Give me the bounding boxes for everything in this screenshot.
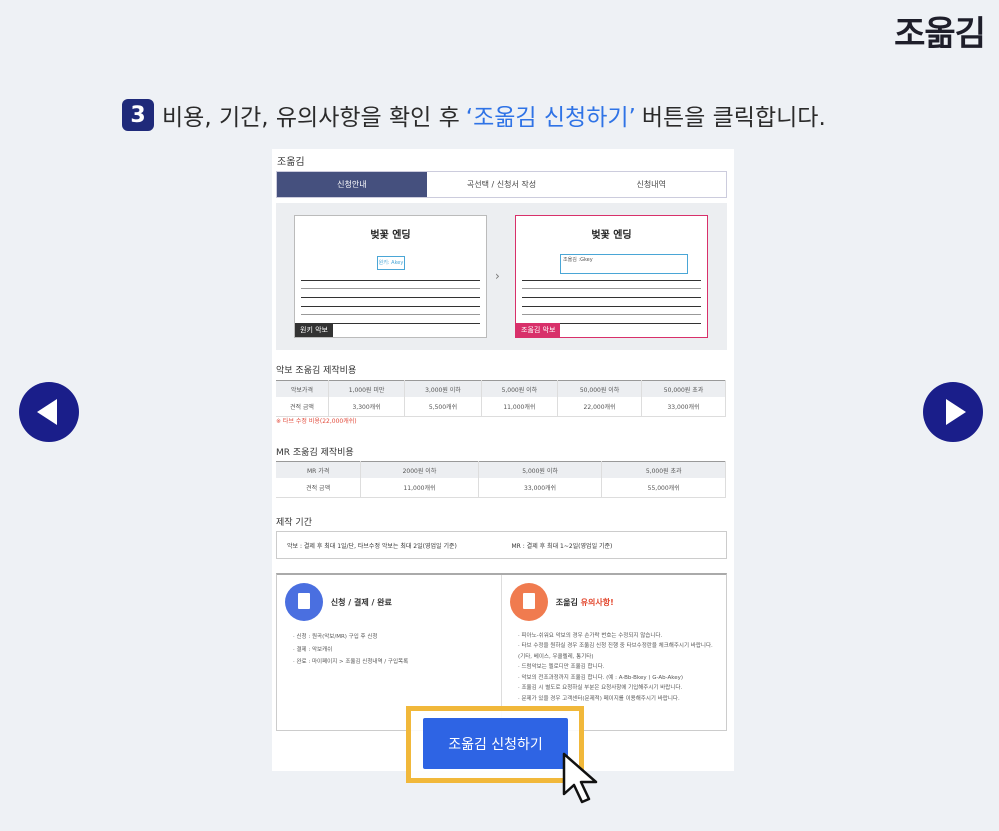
table-header: 3,000원 이하 <box>404 380 482 397</box>
step-number-badge: 3 <box>122 99 154 131</box>
music-staff <box>301 280 480 298</box>
table-cell: 33,000캐쉬 <box>478 478 603 498</box>
list-item: · 신청 : 원곡(악보/MR) 구입 후 신청 <box>293 634 378 640</box>
table-header: 2000원 이하 <box>360 461 479 478</box>
tab-step-2[interactable]: 곡선택 / 신청서 작성 <box>427 172 577 197</box>
list-item: · 악보의 전조과정까지 조옮김 합니다. (예 : A-Bb-Bkey ) G… <box>518 674 683 681</box>
tab-step-3[interactable]: 신청내역 <box>576 172 726 197</box>
notice-title-pre: 조옮김 <box>555 597 578 607</box>
list-item: · 결제 : 악보캐쉬 <box>293 646 333 653</box>
table-cell: 견적 금액 <box>276 478 362 498</box>
brand-logo: 조옮김 <box>894 14 986 54</box>
table-header: 5,000원 이하 <box>478 461 603 478</box>
table-header: 50,000원 초과 <box>641 380 726 397</box>
period-title: 제작 기간 <box>276 518 312 528</box>
instruction-headline: 3 비용, 기간, 유의사항을 확인 후 ‘조옮김 신청하기’ 버튼을 클릭합니… <box>122 98 826 132</box>
table-cell: 견적 금액 <box>276 397 329 417</box>
music-staff <box>522 306 701 324</box>
headline-text-pre: 비용, 기간, 유의사항을 확인 후 <box>162 105 460 131</box>
info-apply-title: 신청 / 결제 / 완료 <box>330 597 392 607</box>
headline-text-post: 버튼을 클릭합니다. <box>641 105 826 131</box>
original-key-note: 원키: Akey <box>377 256 405 270</box>
list-item: · 드럼악보는 멜로디만 조옮김 합니다. <box>518 664 605 671</box>
table-cell: 11,000캐쉬 <box>360 478 479 498</box>
sheet-fee-title: 악보 조옮김 제작비용 <box>276 366 357 376</box>
table-cell: 3,300캐쉬 <box>328 397 406 417</box>
period-box: 악보 : 결제 후 최대 1일/단, 타브수정 악보는 최대 2일(영업일 기준… <box>276 531 727 559</box>
mouse-pointer-icon <box>562 752 598 804</box>
music-staff <box>301 306 480 324</box>
document-icon <box>285 583 323 621</box>
sheet-title: 벚꽃 엔딩 <box>591 230 632 241</box>
table-cell: 33,000캐쉬 <box>641 397 726 417</box>
panel-title: 조옮김 <box>277 157 305 168</box>
tab-step-1[interactable]: 신청안내 <box>277 172 427 197</box>
headline-highlight: ‘조옮김 신청하기’ <box>465 105 636 131</box>
list-item: · 문제가 있을 경우 고객센터(문제적) 페이지를 이용해주시기 바랍니다. <box>518 695 680 702</box>
screenshot-panel: 조옮김 신청안내 곡선택 / 신청서 작성 신청내역 벚꽃 엔딩 원키: Ake… <box>272 149 734 771</box>
table-cell: 55,000캐쉬 <box>601 478 726 498</box>
sheet-title: 벚꽃 엔딩 <box>370 230 411 241</box>
period-mr: MR : 결제 후 최대 1~2일(영업일 기준) <box>511 542 613 550</box>
apply-transpose-button[interactable]: 조옮김 신청하기 <box>423 718 568 769</box>
tab-fee-warning: ※ 타브 수정 비용(22,000캐쉬) <box>276 418 357 425</box>
table-cell: 5,500캐쉬 <box>404 397 482 417</box>
sheet-preview: 벚꽃 엔딩 원키: Akey 원키 악보 › 벚꽃 엔딩 조옮김 :Gkey 조… <box>276 203 727 350</box>
clipboard-icon <box>510 583 548 621</box>
mr-fee-table: MR 가격 2000원 이하 5,000원 이하 5,000원 초과 견적 금액… <box>276 461 726 498</box>
table-header: 악보가격 <box>276 380 329 397</box>
info-notice-title: 조옮김 유의사항! <box>556 597 614 608</box>
list-item: · 완료 : 마이페이지 > 조옮김 신청내역 / 구입목록 <box>293 659 409 666</box>
list-item: · 피아노-쉬워요 악보의 경우 손가락 번호는 수정되지 않습니다. <box>518 633 663 639</box>
prev-slide-icon[interactable] <box>19 382 79 442</box>
list-item: · 조옮김 시 별도로 요청하실 부분은 요청사항에 기입해주시기 바랍니다. <box>518 685 683 692</box>
mr-fee-title: MR 조옮김 제작비용 <box>276 448 354 458</box>
table-header: 50,000원 이하 <box>557 380 643 397</box>
transposed-sheet: 벚꽃 엔딩 조옮김 :Gkey 조옮김 악보 <box>515 215 708 338</box>
next-slide-icon[interactable] <box>923 382 983 442</box>
transposed-key-note: 조옮김 :Gkey <box>560 254 688 274</box>
table-header: MR 가격 <box>276 461 362 478</box>
chevron-right-icon: › <box>495 269 500 283</box>
list-item: · 타브 수정을 원하실 경우 조옮김 신청 진행 중 타브수정란을 체크해주시… <box>518 643 713 660</box>
table-header: 5,000원 초과 <box>601 461 726 478</box>
original-tag: 원키 악보 <box>295 323 333 337</box>
notice-title-red: 유의사항! <box>580 597 614 607</box>
sheet-fee-table: 악보가격 1,000원 미만 3,000원 이하 5,000원 이하 50,00… <box>276 380 726 417</box>
table-cell: 22,000캐쉬 <box>557 397 643 417</box>
transposed-tag: 조옮김 악보 <box>516 323 561 337</box>
original-sheet: 벚꽃 엔딩 원키: Akey 원키 악보 <box>294 215 487 338</box>
period-sheet: 악보 : 결제 후 최대 1일/단, 타브수정 악보는 최대 2일(영업일 기준… <box>287 542 457 550</box>
table-header: 1,000원 미만 <box>328 380 406 397</box>
table-cell: 11,000캐쉬 <box>481 397 559 417</box>
music-staff <box>522 280 701 298</box>
step-tabs: 신청안내 곡선택 / 신청서 작성 신청내역 <box>276 171 727 198</box>
table-header: 5,000원 이하 <box>481 380 559 397</box>
